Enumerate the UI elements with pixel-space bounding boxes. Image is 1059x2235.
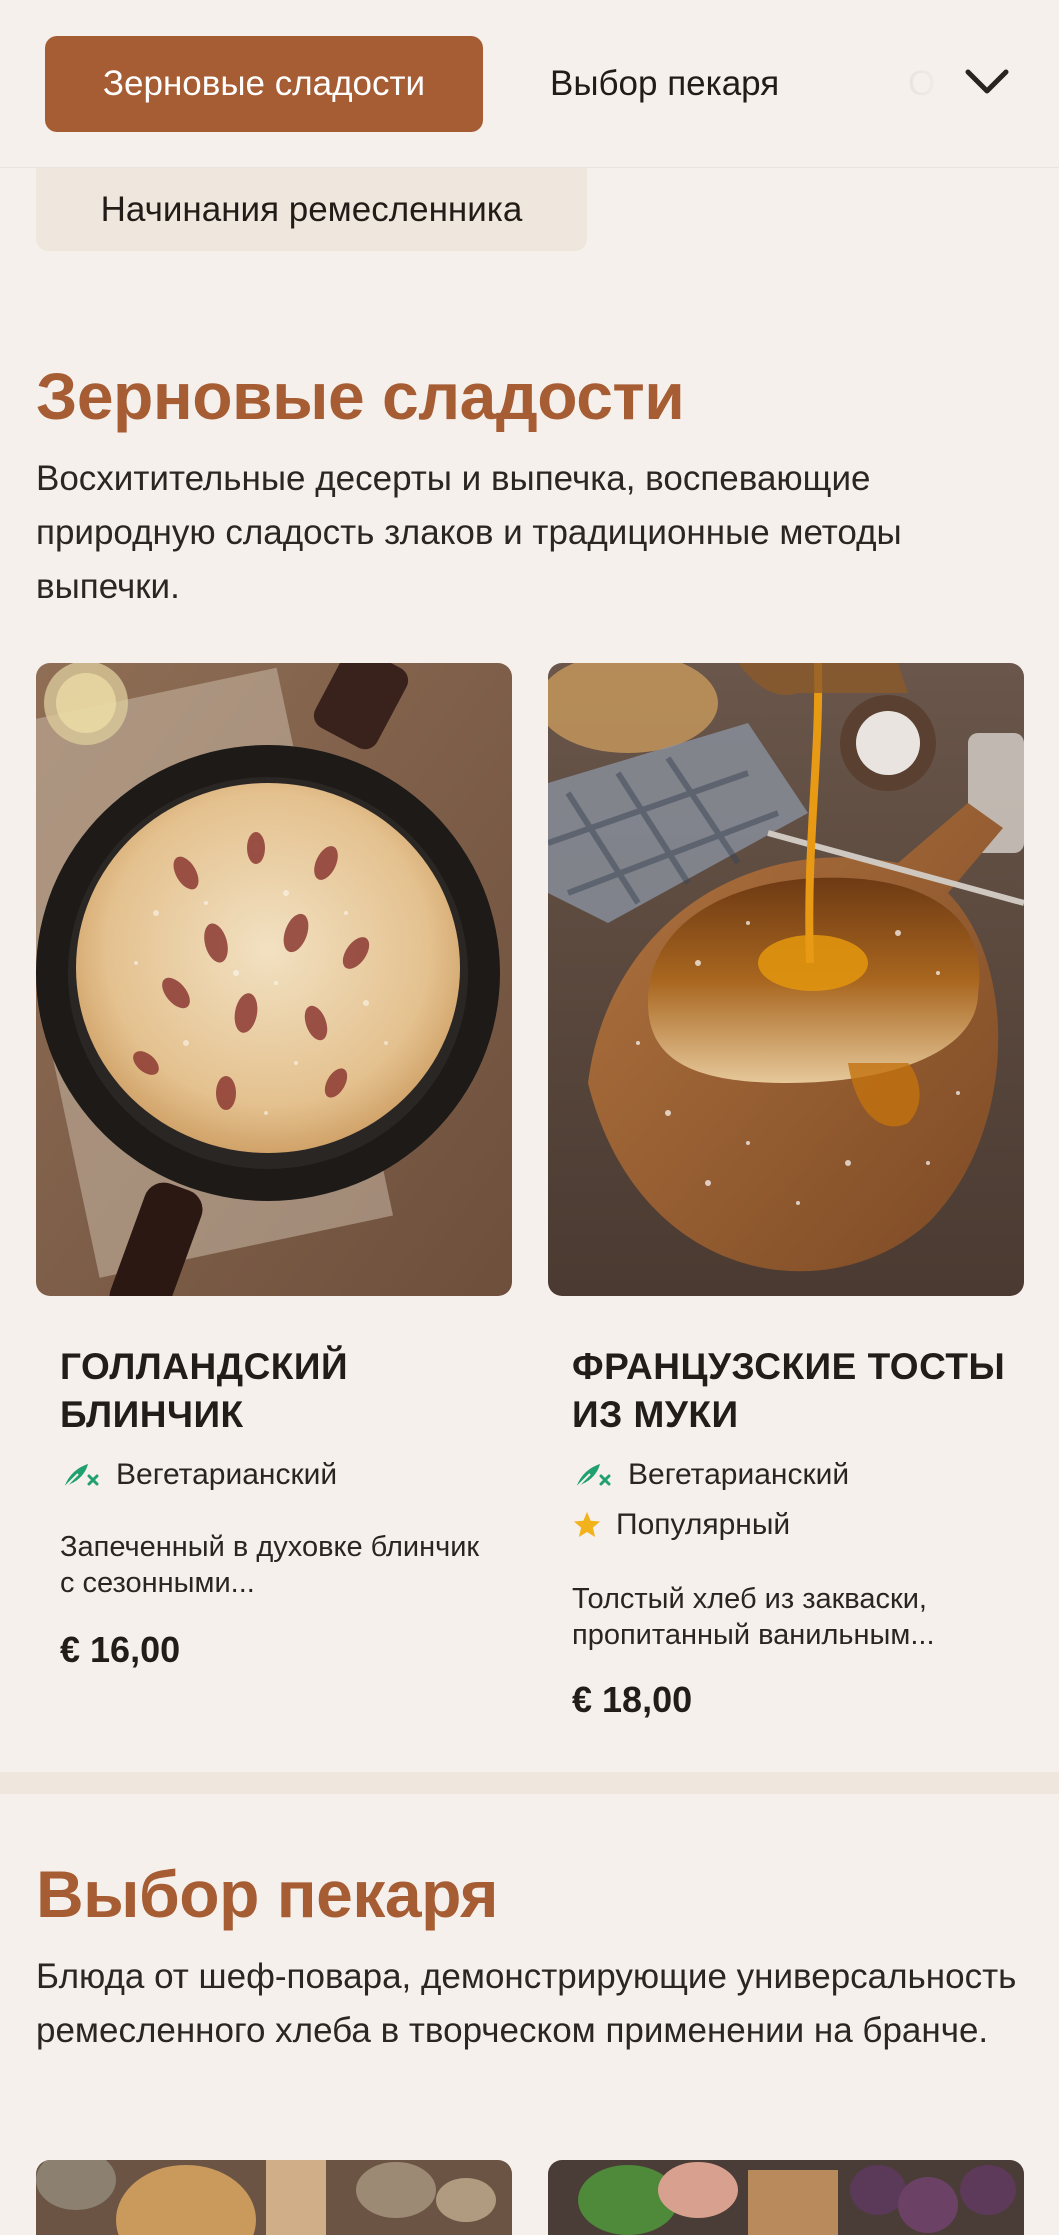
- section-description: Блюда от шеф-повара, демонстрирующие уни…: [36, 1957, 1017, 2050]
- menu-item-card[interactable]: [36, 2160, 512, 2235]
- tag-vegetarian: Вегетарианский: [572, 1455, 849, 1495]
- section-title: Выбор пекаря: [36, 1857, 499, 1931]
- item-name: ФРАНЦУЗСКИЕ ТОСТЫ ИЗ МУКИ: [572, 1346, 1006, 1435]
- vegetarian-icon: [572, 1455, 612, 1495]
- item-description: Запеченный в духовке блинчик с сезонными…: [60, 1531, 480, 1599]
- tag-popular: Популярный: [572, 1505, 790, 1545]
- tag-label: Популярный: [616, 1508, 791, 1541]
- item-price: € 18,00: [572, 1679, 693, 1720]
- section-description: Восхитительные десерты и выпечка, воспев…: [36, 459, 902, 606]
- item-price: € 16,00: [60, 1629, 181, 1670]
- section-divider: [0, 1772, 1059, 1794]
- menu-item-card[interactable]: ФРАНЦУЗСКИЕ ТОСТЫ ИЗ МУКИ Вегетарианский…: [548, 663, 1024, 1733]
- menu-item-card[interactable]: ГОЛЛАНДСКИЙ БЛИНЧИК Вегетарианский Запеч…: [36, 663, 512, 1713]
- french-toast-image: [548, 663, 1024, 1296]
- section-title: Зерновые сладости: [36, 359, 685, 433]
- tag-vegetarian: Вегетарианский: [60, 1455, 337, 1495]
- category-nav: Зерновые сладости Выбор пекаря О: [0, 0, 1059, 168]
- menu-item-card[interactable]: [548, 2160, 1024, 2235]
- nav-fade: [819, 0, 1059, 167]
- tag-label: Вегетарианский: [116, 1458, 338, 1491]
- vegetarian-icon: [60, 1455, 100, 1495]
- dutch-pancake-image: [36, 663, 512, 1296]
- menu-item-image: [36, 2160, 512, 2235]
- expand-categories-button[interactable]: [955, 50, 1019, 114]
- tab-bakers-choice[interactable]: Выбор пекаря: [550, 36, 779, 132]
- tab-grain-sweets[interactable]: Зерновые сладости: [45, 36, 483, 132]
- star-icon: [572, 1505, 602, 1545]
- chevron-down-icon: [965, 69, 1009, 94]
- tab-artisan-beginnings[interactable]: Начинания ремесленника: [36, 168, 587, 251]
- item-name: ГОЛЛАНДСКИЙ БЛИНЧИК: [60, 1346, 349, 1435]
- menu-item-image: [548, 2160, 1024, 2235]
- item-description: Толстый хлеб из закваски, пропитанный ва…: [572, 1583, 935, 1651]
- tag-label: Вегетарианский: [628, 1458, 850, 1491]
